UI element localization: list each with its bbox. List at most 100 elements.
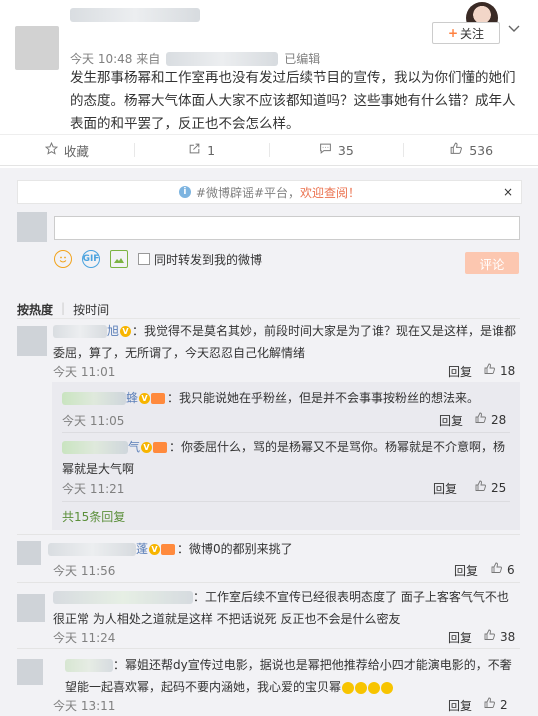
my-avatar — [17, 212, 47, 242]
comment-text: 旭 V ：我觉得不是莫名其妙，前段时间大家是为了谁？现在又是这样，是谁都委屈，算了，… — [53, 320, 519, 364]
divider — [17, 582, 520, 583]
thumb-up-icon — [483, 363, 496, 378]
comment-like-count: 38 — [500, 629, 516, 644]
post-source[interactable] — [166, 51, 279, 66]
reply-author-name[interactable] — [62, 392, 126, 405]
comment-count: 35 — [337, 142, 354, 158]
vip-icon: V — [149, 544, 161, 555]
image-icon[interactable] — [110, 250, 128, 268]
comment-body: ：微博0的都别来挑了 — [177, 542, 293, 556]
commenter-name-tail[interactable]: 蓬 — [136, 542, 148, 556]
comment-text: ：工作室后续不宣传已经很表明态度了 面子上客客气气不也很正常 为人相处之道就是这… — [53, 586, 519, 630]
chevron-down-icon[interactable] — [508, 22, 520, 36]
tab-divider: | — [61, 301, 66, 315]
forward-count: 1 — [207, 142, 216, 158]
gif-icon[interactable]: GIF — [82, 250, 100, 268]
commenter-avatar[interactable] — [17, 326, 47, 356]
post-meta: 今天 10:48 来自 已编辑 — [70, 50, 320, 67]
submit-comment-button[interactable]: 评论 — [465, 252, 519, 274]
forward-button[interactable]: 1 — [135, 135, 269, 165]
reply-like-button[interactable]: 25 — [474, 480, 506, 495]
thumb-up-icon — [449, 142, 469, 158]
forward-checkbox[interactable] — [138, 253, 150, 265]
emoji-icon — [342, 681, 355, 694]
commenter-name[interactable] — [65, 659, 113, 672]
like-button[interactable]: 536 — [404, 135, 538, 165]
forward-icon — [188, 142, 207, 158]
comment-like-button[interactable]: 18 — [483, 363, 515, 378]
reply-author-name[interactable] — [62, 441, 128, 454]
commenter-avatar[interactable] — [17, 659, 43, 685]
comment-time: 今天 13:11 — [53, 699, 116, 713]
more-replies-link[interactable]: 共15条回复 — [62, 506, 125, 528]
close-icon[interactable]: × — [503, 185, 513, 199]
commenter-name-tail[interactable]: 旭 — [107, 324, 119, 338]
like-count: 536 — [469, 142, 494, 158]
commenter-avatar[interactable] — [17, 594, 45, 622]
divider — [17, 534, 520, 535]
sort-tabs: 按热度 | 按时间 — [17, 301, 109, 318]
divider — [17, 318, 520, 319]
info-icon: i — [178, 186, 191, 198]
reply-text: 蜂 V ：我只能说她在乎粉丝，但是并不会事事按粉丝的想法来。 — [62, 387, 512, 409]
comment-time: 今天 11:24 — [53, 631, 116, 645]
comment-like-button[interactable]: 38 — [483, 629, 515, 644]
author-avatar[interactable] — [15, 26, 59, 70]
vip-icon: V — [120, 326, 132, 337]
commenter-name[interactable] — [53, 325, 107, 338]
reply-button[interactable]: 回复 — [448, 697, 472, 714]
comment-button[interactable]: 35 — [270, 135, 404, 165]
divider — [17, 648, 520, 649]
follow-button[interactable]: + 关注 — [432, 22, 500, 44]
post-time[interactable]: 今天 10:48 来自 — [70, 50, 160, 67]
star-icon — [44, 141, 64, 158]
comment-text: ：幂姐还帮dy宣传过电影，据说也是幂把他推荐给小四才能演电影的，不奢望能一起喜欢… — [65, 654, 519, 698]
thumb-up-icon — [474, 480, 487, 495]
comment-body: ：幂姐还帮dy宣传过电影，据说也是幂把他推荐给小四才能演电影的，不奢望能一起喜欢… — [65, 658, 512, 694]
thumb-up-icon — [474, 412, 487, 427]
reply-author-name-tail[interactable]: 气 — [128, 440, 140, 454]
tab-time[interactable]: 按时间 — [73, 301, 109, 318]
post-text: 发生那事杨幂和工作室再也没有发过后续节目的宣传，我以为你们懂的她们的态度。杨幂大… — [70, 70, 516, 132]
emoji-icon — [368, 681, 381, 694]
vip-icon: V — [141, 442, 153, 453]
divider — [62, 501, 510, 502]
comment-like-count: 2 — [500, 697, 508, 712]
commenter-name[interactable] — [53, 591, 193, 604]
plus-icon: + — [447, 26, 459, 40]
reply-button[interactable]: 回复 — [448, 629, 472, 646]
action-bar: 收藏 1 35 536 — [0, 134, 538, 166]
collect-button[interactable]: 收藏 — [0, 135, 134, 165]
reply-text: 气 V ：你委屈什么，骂的是杨幂又不是骂你。杨幂就是不介意啊，杨幂就是大气啊 — [62, 436, 512, 480]
reply-body: ：我只能说她在乎粉丝，但是并不会事事按粉丝的想法来。 — [167, 391, 480, 405]
reply-like-count: 28 — [491, 412, 507, 427]
reply-button[interactable]: 回复 — [439, 412, 463, 429]
follow-label: 关注 — [460, 26, 485, 41]
reply-button[interactable]: 回复 — [454, 562, 478, 579]
forward-option[interactable]: 同时转发到我的微博 — [138, 251, 262, 268]
comment-like-button[interactable]: 6 — [490, 562, 515, 577]
comment-text: 蓬 V ：微博0的都别来挑了 — [48, 538, 518, 560]
thumb-up-icon — [483, 629, 496, 644]
forward-option-label: 同时转发到我的微博 — [154, 252, 263, 267]
emoji-icon — [355, 681, 368, 694]
vip-icon: V — [139, 393, 151, 404]
tab-hot[interactable]: 按热度 — [17, 301, 53, 318]
notice-link[interactable]: 欢迎查阅！ — [300, 184, 360, 201]
emoji-icon[interactable] — [54, 250, 72, 268]
edited-label[interactable]: 已编辑 — [284, 50, 320, 67]
comment-icon — [319, 142, 338, 158]
commenter-name[interactable] — [48, 543, 136, 556]
reply-author-name-tail[interactable]: 蜂 — [126, 391, 138, 405]
comment-like-button[interactable]: 2 — [483, 697, 508, 712]
comment-input[interactable] — [54, 216, 520, 240]
commenter-avatar[interactable] — [17, 541, 41, 565]
notice-text[interactable]: #微博辟谣#平台， — [196, 184, 300, 201]
emoji-icon — [381, 681, 394, 694]
reply-button[interactable]: 回复 — [433, 480, 457, 497]
fan-badge-icon — [161, 544, 176, 555]
author-name[interactable] — [70, 8, 200, 22]
reply-like-button[interactable]: 28 — [474, 412, 506, 427]
reply-button[interactable]: 回复 — [448, 363, 472, 380]
comment-like-count: 6 — [507, 562, 515, 577]
